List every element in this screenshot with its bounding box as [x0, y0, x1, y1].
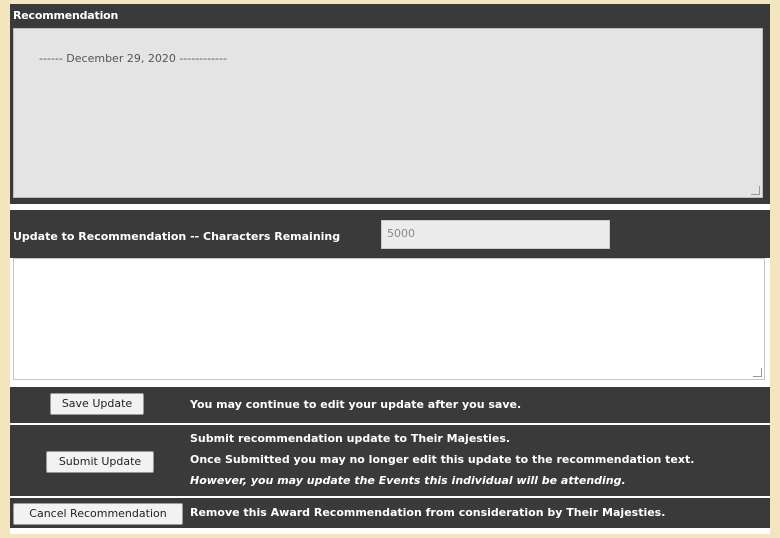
recommendation-section: Recommendation ------ December 29, 2020 … [10, 4, 770, 204]
recommendation-panel: Recommendation ------ December 29, 2020 … [10, 4, 770, 534]
submit-note-line1: Submit recommendation update to Their Ma… [190, 432, 511, 445]
save-note: You may continue to edit your update aft… [190, 398, 522, 411]
save-row: Save Update You may continue to edit you… [10, 387, 770, 423]
submit-note-line3: However, you may update the Events this … [190, 474, 626, 487]
history-text: ------ December 29, 2020 ------------ [38, 52, 227, 65]
resize-grip-icon[interactable] [751, 186, 760, 195]
recommendation-header: Recommendation [13, 9, 119, 22]
submit-row: Submit Update Submit recommendation upda… [10, 425, 770, 496]
update-label: Update to Recommendation -- Characters R… [13, 230, 341, 243]
save-update-button[interactable]: Save Update [50, 393, 144, 415]
cancel-recommendation-button[interactable]: Cancel Recommendation [13, 503, 183, 525]
submit-update-button[interactable]: Submit Update [46, 451, 154, 473]
update-textarea[interactable] [13, 258, 765, 380]
recommendation-history-textarea[interactable]: ------ December 29, 2020 ------------ [13, 28, 763, 198]
cancel-row: Cancel Recommendation Remove this Award … [10, 498, 770, 528]
submit-note-line2: Once Submitted you may no longer edit th… [190, 453, 695, 466]
cancel-note: Remove this Award Recommendation from co… [190, 506, 666, 519]
characters-remaining-field: 5000 [381, 220, 610, 249]
resize-grip-icon[interactable] [753, 368, 762, 377]
update-header-row: Update to Recommendation -- Characters R… [10, 210, 770, 258]
